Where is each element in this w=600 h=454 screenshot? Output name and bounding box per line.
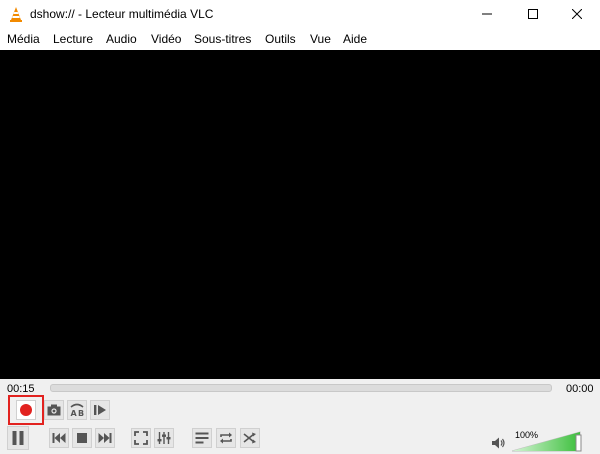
menu-audio[interactable]: Audio — [106, 32, 137, 46]
maximize-icon — [528, 9, 538, 19]
close-icon — [572, 9, 582, 19]
frame-step-button[interactable] — [90, 400, 110, 420]
fullscreen-button[interactable] — [131, 428, 151, 448]
menu-bar: Média Lecture Audio Vidéo Sous-titres Ou… — [0, 28, 600, 50]
menu-outils[interactable]: Outils — [265, 32, 296, 46]
elapsed-time: 00:15 — [7, 383, 35, 395]
next-icon — [98, 433, 112, 443]
menu-media[interactable]: Média — [7, 32, 40, 46]
shuffle-icon — [243, 432, 256, 444]
playlist-icon — [195, 432, 209, 444]
volume-knob[interactable] — [575, 434, 582, 452]
ab-loop-icon: A B — [70, 403, 84, 418]
menu-video[interactable]: Vidéo — [151, 32, 181, 46]
menu-aide[interactable]: Aide — [343, 32, 367, 46]
window-title: dshow:// - Lecteur multimédia VLC — [30, 7, 214, 21]
previous-button[interactable] — [49, 428, 69, 448]
stop-icon — [77, 433, 87, 443]
loop-button[interactable] — [216, 428, 236, 448]
frame-step-icon — [94, 405, 106, 415]
menu-sous-titres[interactable]: Sous-titres — [194, 32, 251, 46]
pause-button[interactable] — [7, 426, 29, 450]
next-button[interactable] — [95, 428, 115, 448]
minimize-icon — [482, 13, 492, 15]
pause-icon — [12, 431, 24, 445]
playlist-button[interactable] — [192, 428, 212, 448]
title-bar: dshow:// - Lecteur multimédia VLC — [0, 0, 600, 28]
svg-text:A: A — [71, 409, 78, 418]
camera-icon — [47, 404, 61, 416]
shuffle-button[interactable] — [240, 428, 260, 448]
effects-button[interactable] — [154, 428, 174, 448]
stop-button[interactable] — [72, 428, 92, 448]
snapshot-button[interactable] — [44, 400, 64, 420]
record-button[interactable] — [16, 400, 36, 420]
video-area[interactable] — [0, 50, 600, 379]
volume-slider[interactable] — [512, 430, 582, 452]
vlc-cone-icon — [8, 6, 24, 22]
maximize-button[interactable] — [510, 0, 556, 28]
seek-bar[interactable] — [50, 384, 552, 392]
close-button[interactable] — [554, 0, 600, 28]
previous-icon — [52, 433, 66, 443]
record-icon — [20, 404, 32, 416]
loop-icon — [220, 432, 232, 444]
svg-text:B: B — [78, 409, 84, 418]
ab-loop-button[interactable]: A B — [67, 400, 87, 420]
fullscreen-icon — [134, 431, 148, 445]
minimize-button[interactable] — [464, 0, 510, 28]
speaker-icon[interactable] — [492, 437, 506, 452]
menu-lecture[interactable]: Lecture — [53, 32, 93, 46]
menu-vue[interactable]: Vue — [310, 32, 331, 46]
equalizer-icon — [157, 432, 171, 444]
total-time: 00:00 — [566, 383, 594, 395]
